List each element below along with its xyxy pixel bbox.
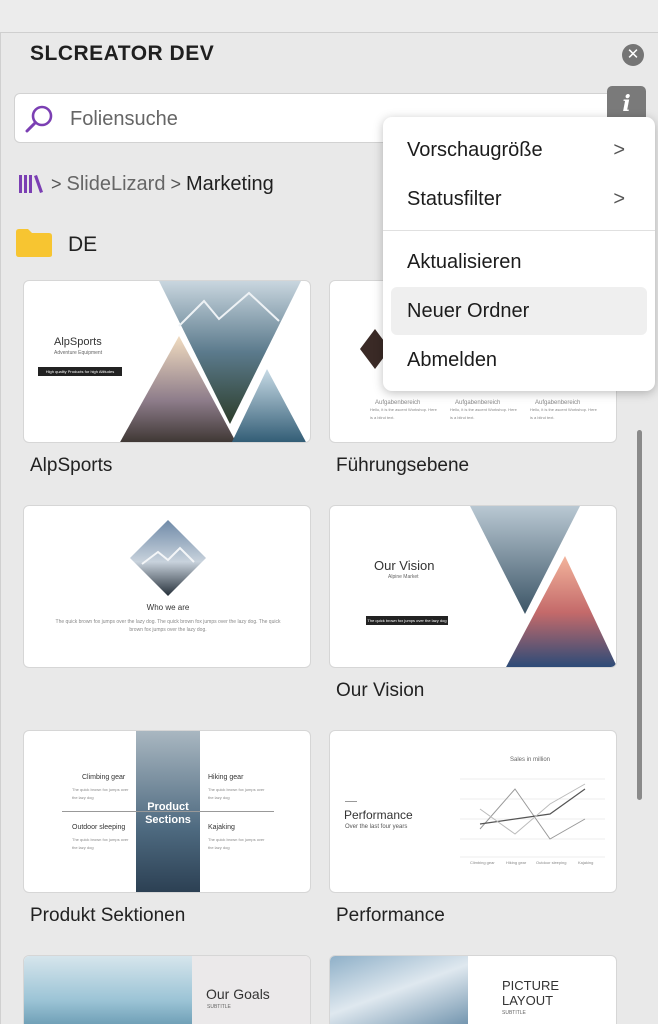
menu-item-label: Neuer Ordner xyxy=(407,300,530,322)
slide-tagline: High quality Products for high Altitudes xyxy=(38,367,122,376)
slide-center-title: Product Sections xyxy=(145,801,191,826)
slide-subtitle: Adventure Equipment xyxy=(54,350,103,356)
menu-item-label: Abmelden xyxy=(407,349,498,371)
slide-body: Hello, it is the ascent Workshop. Here i… xyxy=(450,407,517,420)
slide-card-picture-layout[interactable]: PICTURE LAYOUT SUBTITLE xyxy=(329,955,617,1024)
menu-divider xyxy=(383,230,655,231)
slide-card-who-we-are[interactable]: Who we are The quick brown fox jumps ove… xyxy=(23,505,311,668)
breadcrumb-separator-icon: > xyxy=(51,173,62,194)
panel-title: SLCREATOR DEV xyxy=(30,42,215,65)
slide-card-performance[interactable]: Performance Over the last four years Sal… xyxy=(329,730,617,893)
breadcrumb-root[interactable]: SlideLizard xyxy=(67,173,166,196)
slide-title: Our Goals xyxy=(206,986,270,1002)
slide-title: Performance xyxy=(344,808,413,822)
chart-tick: Kajaking xyxy=(578,860,594,865)
slide-item: Climbing gear xyxy=(82,774,126,781)
mountain-image xyxy=(470,506,616,667)
slide-item: Kajaking xyxy=(208,824,235,831)
chevron-right-icon: > xyxy=(613,139,625,161)
slide-tagline: The quick brown fox jumps over the lazy … xyxy=(366,616,448,625)
slide-title: Our Vision xyxy=(374,558,435,573)
slide-label[interactable]: Our Vision xyxy=(336,680,424,702)
menu-item-neuer-ordner[interactable]: Neuer Ordner xyxy=(391,287,647,335)
menu-item-statusfilter[interactable]: Statusfilter > xyxy=(391,175,647,223)
folder-icon[interactable] xyxy=(15,228,53,258)
slide-label[interactable]: Führungsebene xyxy=(336,455,469,477)
chart-tick: Hiking gear xyxy=(506,860,527,865)
menu-item-label: Vorschaugröße xyxy=(407,139,543,161)
library-icon[interactable] xyxy=(18,172,46,196)
menu-item-vorschaugroesse[interactable]: Vorschaugröße > xyxy=(391,126,647,174)
slide-body: Hello, it is the ascent Workshop. Here i… xyxy=(530,407,597,420)
slide-subtitle: Over the last four years xyxy=(345,824,408,830)
slide-card-produkt-sektionen[interactable]: Product Sections Climbing gear Hiking ge… xyxy=(23,730,311,893)
breadcrumb-separator-icon: > xyxy=(170,173,181,194)
mountain-diamond-image xyxy=(130,520,206,596)
slide-subtitle: Alpine Market xyxy=(388,574,419,580)
close-icon[interactable]: ✕ xyxy=(622,44,644,66)
slide-title: Who we are xyxy=(146,603,190,612)
menu-item-label: Aktualisieren xyxy=(407,251,522,273)
slide-label[interactable]: Performance xyxy=(336,905,445,927)
search-icon xyxy=(25,105,53,133)
slide-body: The quick brown fox jumps over the lazy … xyxy=(55,619,281,633)
slide-card-our-goals[interactable]: Our Goals SUBTITLE xyxy=(23,955,311,1024)
scrollbar[interactable] xyxy=(637,430,642,800)
slide-subtitle: SUBTITLE xyxy=(207,1004,231,1010)
slide-item: Hiking gear xyxy=(208,774,244,781)
slide-title: PICTURE LAYOUT xyxy=(502,978,560,1008)
chart-title: Sales in million xyxy=(510,757,551,763)
chevron-right-icon: > xyxy=(613,188,625,210)
slide-label[interactable]: AlpSports xyxy=(30,455,112,477)
chart-tick: Outdoor sleeping xyxy=(536,860,567,865)
sea-image xyxy=(24,956,192,1024)
divider xyxy=(62,811,274,812)
window-top-strip xyxy=(0,0,658,33)
menu-item-abmelden[interactable]: Abmelden xyxy=(391,336,647,384)
slide-card-our-vision[interactable]: Our Vision Alpine Market The quick brown… xyxy=(329,505,617,668)
slide-item: Outdoor sleeping xyxy=(72,824,126,831)
slide-body: The quick brown fox jumps over the lazy … xyxy=(208,837,265,850)
menu-item-label: Statusfilter xyxy=(407,188,502,210)
breadcrumb-current[interactable]: Marketing xyxy=(186,173,274,196)
mountain-image xyxy=(120,281,306,442)
slide-label[interactable]: Produkt Sektionen xyxy=(30,905,185,927)
menu-item-aktualisieren[interactable]: Aktualisieren xyxy=(391,238,647,286)
folder-name[interactable]: DE xyxy=(68,233,97,257)
slide-subtitle: SUBTITLE xyxy=(502,1010,526,1016)
slide-title: AlpSports xyxy=(54,336,102,348)
sky-image xyxy=(330,956,468,1024)
breadcrumb: > SlideLizard > Marketing xyxy=(18,170,274,198)
slide-card-alpsports[interactable]: AlpSports Adventure Equipment High quali… xyxy=(23,280,311,443)
context-menu: Vorschaugröße > Statusfilter > Aktualisi… xyxy=(383,117,655,391)
chart-tick: Climbing gear xyxy=(470,860,495,865)
slide-body: The quick brown fox jumps over the lazy … xyxy=(72,837,129,850)
slide-body: The quick brown fox jumps over the lazy … xyxy=(208,787,265,800)
line-chart-thumbnail xyxy=(460,778,605,858)
slide-body: Hello, it is the ascent Workshop. Here i… xyxy=(370,407,437,420)
accent-line xyxy=(345,801,357,802)
slide-body: The quick brown fox jumps over the lazy … xyxy=(72,787,129,800)
search-input[interactable]: Foliensuche xyxy=(70,108,178,131)
